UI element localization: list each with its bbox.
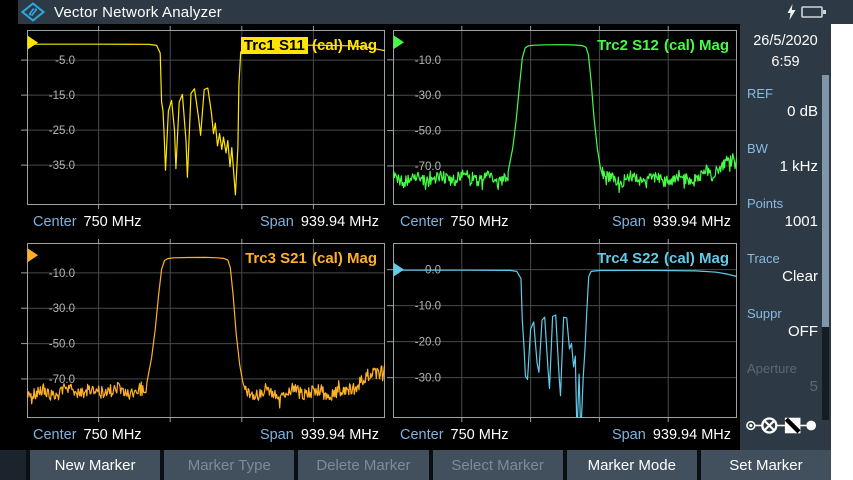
marker-type-button: Marker Type [164, 450, 294, 480]
center-label: Center [400, 214, 444, 230]
quadrant-s21: -10.0-30.0-50.0-70.0 Trc3 S21 (cal) Mag … [0, 237, 388, 450]
select-marker-button: Select Marker [433, 450, 563, 480]
param-trace[interactable]: Trace Clear [740, 245, 831, 300]
svg-text:-50.0: -50.0 [415, 126, 441, 138]
delete-marker-button: Delete Marker [298, 450, 428, 480]
trace-label-trc2[interactable]: Trc2 S12 (cal) Mag [596, 37, 729, 54]
softkey-menubar: New Marker Marker Type Delete Marker Sel… [0, 450, 831, 480]
param-suppr[interactable]: Suppr OFF [740, 300, 831, 355]
s11-plot-area[interactable]: -5.0 -15.0 -25.0 -35.0 Trc1 S11 (cal) Mag [27, 30, 385, 205]
s22-plot-area[interactable]: 0.0-10.0-20.0-30.0 Trc4 S22 (cal) Mag [393, 243, 737, 418]
quadrant-s12: -10.0-30.0-50.0-70.0 Trc2 S12 (cal) Mag … [388, 24, 740, 237]
freq-readout-row[interactable]: Center 750 MHz Span 939.94 MHz [388, 420, 740, 450]
center-value: 750 MHz [451, 214, 509, 230]
s12-plot-area[interactable]: -10.0 -30.0 -50.0 -70.0 Trc2 S12 (cal) Mag [393, 30, 737, 205]
time-text: 6:59 [740, 52, 831, 73]
screen-right-margin [831, 24, 853, 480]
freq-readout-row[interactable]: Center 750 MHz Span 939.94 MHz [0, 420, 388, 450]
center-value: 750 MHz [451, 427, 509, 443]
span-label: Span [612, 214, 646, 230]
center-value: 750 MHz [84, 214, 142, 230]
svg-text:-10.0: -10.0 [49, 268, 75, 280]
center-label: Center [33, 427, 77, 443]
titlebar: Vector Network Analyzer [0, 0, 853, 24]
span-label: Span [260, 214, 294, 230]
param-aperture: Aperture 5 [740, 355, 831, 410]
new-marker-button[interactable]: New Marker [30, 450, 160, 480]
param-bw[interactable]: BW 1 kHz [740, 135, 831, 190]
svg-text:-35.0: -35.0 [49, 160, 75, 172]
svg-text:-30.0: -30.0 [415, 373, 441, 385]
svg-text:-10.0: -10.0 [415, 301, 441, 313]
battery-icon [801, 5, 827, 19]
svg-text:-15.0: -15.0 [49, 90, 75, 102]
center-value: 750 MHz [84, 427, 142, 443]
span-label: Span [260, 427, 294, 443]
vna-screen: Vector Network Analyzer -5.0 -15.0 -25.0 -3… [0, 0, 853, 480]
parameter-list: REF 0 dB BW 1 kHz Points 1001 Trace Clea… [740, 80, 831, 410]
set-marker-button[interactable]: Set Marker [701, 450, 831, 480]
status-icons [787, 4, 827, 20]
app-title: Vector Network Analyzer [54, 4, 222, 21]
span-value: 939.94 MHz [301, 427, 379, 443]
span-value: 939.94 MHz [301, 214, 379, 230]
rohde-schwarz-logo-icon [21, 2, 45, 22]
center-label: Center [400, 427, 444, 443]
trace-label-trc4[interactable]: Trc4 S22 (cal) Mag [596, 250, 729, 267]
freq-readout-row[interactable]: Center 750 MHz Span 939.94 MHz [0, 207, 388, 237]
s21-plot-area[interactable]: -10.0-30.0-50.0-70.0 Trc3 S21 (cal) Mag [27, 243, 385, 418]
svg-text:-10.0: -10.0 [415, 55, 441, 67]
svg-text:-30.0: -30.0 [49, 303, 75, 315]
span-value: 939.94 MHz [653, 214, 731, 230]
marker-mode-button[interactable]: Marker Mode [567, 450, 697, 480]
span-value: 939.94 MHz [653, 427, 731, 443]
port-schematic-icon [740, 412, 822, 439]
center-label: Center [33, 214, 77, 230]
svg-text:-5.0: -5.0 [55, 55, 75, 67]
charging-bolt-icon [787, 4, 796, 20]
span-label: Span [612, 427, 646, 443]
date-text: 26/5/2020 [740, 31, 831, 52]
menubar-lead-spacer [0, 450, 26, 480]
svg-text:-25.0: -25.0 [49, 125, 75, 137]
scrollbar-thumb[interactable] [822, 75, 829, 327]
datetime-display: 26/5/2020 6:59 [740, 24, 831, 73]
svg-text:-30.0: -30.0 [415, 90, 441, 102]
quadrant-s22: 0.0-10.0-20.0-30.0 Trc4 S22 (cal) Mag Ce… [388, 237, 740, 450]
settings-sidebar: 26/5/2020 6:59 REF 0 dB BW 1 kHz Points … [740, 24, 831, 450]
titlebar-notch [0, 0, 18, 24]
param-ref[interactable]: REF 0 dB [740, 80, 831, 135]
trace-label-trc1[interactable]: Trc1 S11 (cal) Mag [241, 37, 377, 54]
freq-readout-row[interactable]: Center 750 MHz Span 939.94 MHz [388, 207, 740, 237]
svg-text:-70.0: -70.0 [415, 161, 441, 173]
quadrant-s11: -5.0 -15.0 -25.0 -35.0 Trc1 S11 (cal) Mag C… [0, 24, 388, 237]
sidebar-scrollbar[interactable] [822, 75, 829, 420]
svg-text:-50.0: -50.0 [49, 339, 75, 351]
trace-label-trc3[interactable]: Trc3 S21 (cal) Mag [244, 250, 377, 267]
measurement-grid: -5.0 -15.0 -25.0 -35.0 Trc1 S11 (cal) Mag C… [0, 24, 740, 450]
svg-text:-20.0: -20.0 [415, 337, 441, 349]
param-points[interactable]: Points 1001 [740, 190, 831, 245]
